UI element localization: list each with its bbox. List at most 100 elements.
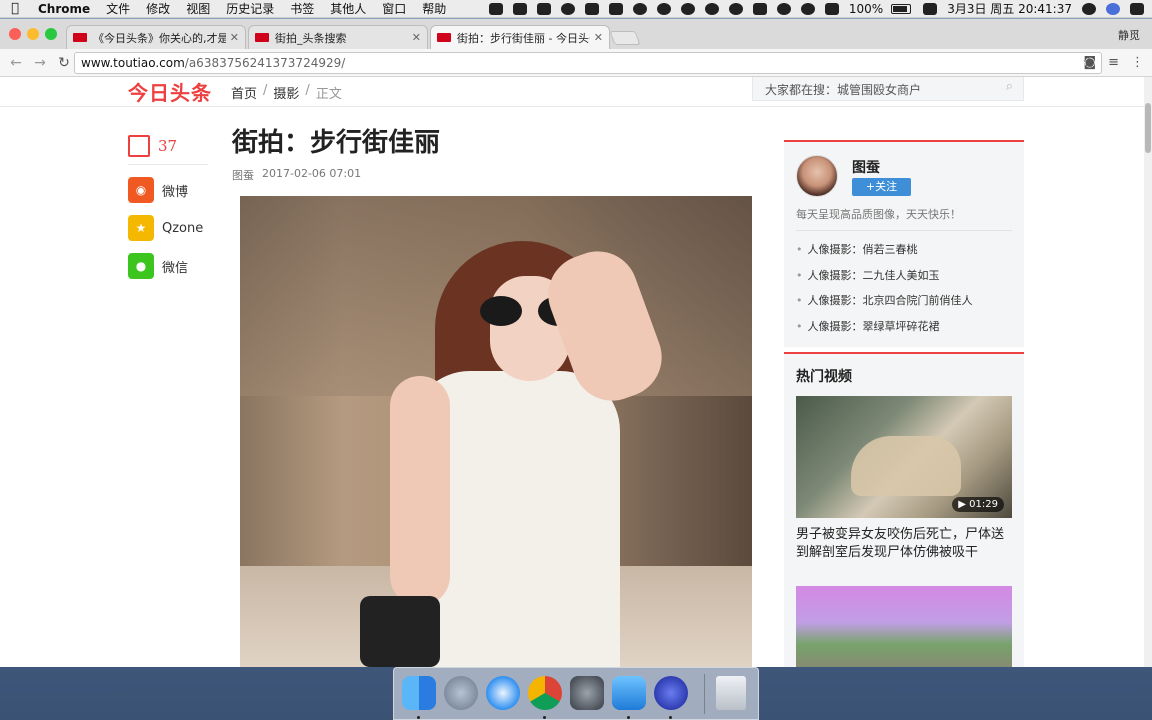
avatar[interactable] xyxy=(796,155,838,197)
launchpad-icon[interactable] xyxy=(444,676,478,710)
apple-menu-icon[interactable]:  xyxy=(0,1,30,16)
toolbar-right: ◙ ≡ ⋮ xyxy=(1083,55,1144,70)
comment-button[interactable]: 37 xyxy=(128,134,208,165)
scissors-icon[interactable] xyxy=(488,2,503,15)
sound-app-icon[interactable] xyxy=(584,2,599,15)
article-title: 街拍：步行街佳丽 xyxy=(232,128,441,158)
site-search-input[interactable]: 大家都在搜：城管围殴女商户 ⌕ xyxy=(752,77,1024,101)
reload-icon[interactable]: ↻ xyxy=(52,55,76,71)
divider xyxy=(796,230,1012,231)
related-article-link[interactable]: 人像摄影：俏若三春桃 xyxy=(796,241,1012,267)
telegram-icon[interactable] xyxy=(536,2,551,15)
menu-history[interactable]: 历史记录 xyxy=(218,0,282,17)
toutiao-favicon-icon xyxy=(73,33,87,42)
sync-icon[interactable] xyxy=(680,2,695,15)
forward-arrow-icon[interactable]: → xyxy=(28,55,52,71)
menu-window[interactable]: 窗口 xyxy=(374,0,414,17)
screen-record-icon[interactable] xyxy=(512,2,527,15)
system-preferences-icon[interactable] xyxy=(570,676,604,710)
breadcrumb-photography[interactable]: 摄影 xyxy=(273,83,299,102)
comment-count: 37 xyxy=(158,136,178,155)
browser-toolbar: ← → ↻ www.toutiao.com/a63837562413737249… xyxy=(0,49,1152,77)
wifi-icon[interactable] xyxy=(800,2,815,15)
circle-app-icon[interactable] xyxy=(560,2,575,15)
toutiao-favicon-icon xyxy=(255,33,269,42)
article-author[interactable]: 图蚕 xyxy=(232,167,254,183)
airplay-icon[interactable] xyxy=(824,2,839,15)
input-method-icon[interactable] xyxy=(923,2,938,15)
search-app-icon[interactable] xyxy=(704,2,719,15)
menu-people[interactable]: 其他人 xyxy=(322,0,374,17)
tab-title: 《今日头条》你关心的,才是头条 xyxy=(93,31,226,45)
siri-icon[interactable] xyxy=(1106,2,1120,15)
related-article-link[interactable]: 人像摄影：翠绿草坪碎花裙 xyxy=(796,318,1012,344)
docker-icon[interactable] xyxy=(608,2,623,15)
search-suggestion: 大家都在搜：城管围殴女商户 xyxy=(765,83,922,97)
menubar-clock[interactable]: 3月3日 周五 20:41:37 xyxy=(942,0,1077,17)
p-alt-app-icon[interactable] xyxy=(728,2,743,15)
share-label: Qzone xyxy=(162,220,204,236)
display-icon[interactable] xyxy=(752,2,767,15)
address-bar[interactable]: www.toutiao.com/a6383756241373724929/ ☆ xyxy=(74,52,1102,74)
share-qzone[interactable]: ★ Qzone xyxy=(128,215,208,241)
video-thumbnail[interactable]: ▶ 01:29 xyxy=(796,396,1012,518)
related-article-link[interactable]: 人像摄影：北京四合院门前俏佳人 xyxy=(796,292,1012,318)
wechat-icon: ● xyxy=(128,253,154,279)
p-app-icon[interactable] xyxy=(656,2,671,15)
dock-separator xyxy=(704,674,705,714)
menu-view[interactable]: 视图 xyxy=(178,0,218,17)
profile-button[interactable]: 静觅 xyxy=(1118,27,1140,43)
scrollbar-thumb[interactable] xyxy=(1145,103,1151,153)
menu-app-chrome[interactable]: Chrome xyxy=(30,2,98,16)
video-duration: ▶ 01:29 xyxy=(952,497,1004,512)
video-thumbnail[interactable] xyxy=(796,586,1012,667)
chrome-icon[interactable] xyxy=(528,676,562,710)
breadcrumb-home[interactable]: 首页 xyxy=(231,83,257,102)
toutiao-logo[interactable]: 今日头条 xyxy=(128,77,212,106)
finder-icon[interactable] xyxy=(402,676,436,710)
safari-icon[interactable] xyxy=(486,676,520,710)
spotlight-icon[interactable] xyxy=(1082,2,1096,15)
vpn-extension-icon[interactable]: ≡ xyxy=(1108,55,1119,70)
pocket-extension-icon[interactable]: ◙ xyxy=(1083,55,1096,70)
tab-close-icon[interactable]: ✕ xyxy=(412,31,421,44)
menu-help[interactable]: 帮助 xyxy=(414,0,454,17)
tab-close-icon[interactable]: ✕ xyxy=(594,31,603,44)
battery-icon[interactable] xyxy=(891,3,912,14)
battery-percent[interactable]: 100% xyxy=(844,2,888,16)
video-thumbnail-figure xyxy=(851,436,961,496)
window-minimize-button[interactable] xyxy=(27,28,39,40)
author-bio: 每天呈现高品质图像，天天快乐！ xyxy=(796,208,961,221)
video-caption[interactable]: 男子被变异女友咬伤后死亡，尸体送到解剖室后发现尸体仿佛被吸干 xyxy=(796,526,1012,562)
back-arrow-icon[interactable]: ← xyxy=(4,55,28,71)
mac-menubar:  Chrome 文件 修改 视图 历史记录 书签 其他人 窗口 帮助 100%… xyxy=(0,0,1152,18)
window-maximize-button[interactable] xyxy=(45,28,57,40)
notification-center-icon[interactable] xyxy=(1130,2,1144,15)
page-scrollbar[interactable] xyxy=(1144,77,1152,667)
screenflow-icon[interactable] xyxy=(654,676,688,710)
webpage: 今日头条 首页 / 摄影 / 正文 大家都在搜：城管围殴女商户 ⌕ 37 ◉ 微… xyxy=(0,77,1144,667)
trash-icon[interactable] xyxy=(716,676,746,710)
tab-toutiao-home[interactable]: 《今日头条》你关心的,才是头条 ✕ xyxy=(66,25,246,49)
related-article-link[interactable]: 人像摄影：二九佳人美如玉 xyxy=(796,267,1012,293)
follow-button[interactable]: +关注 xyxy=(852,178,911,196)
share-weibo[interactable]: ◉ 微博 xyxy=(128,177,208,203)
chrome-menu-icon[interactable]: ⋮ xyxy=(1131,55,1144,70)
new-tab-button[interactable] xyxy=(609,31,641,45)
cloud-icon[interactable] xyxy=(632,2,647,15)
check-icon[interactable] xyxy=(776,2,791,15)
tab-close-icon[interactable]: ✕ xyxy=(230,31,239,44)
author-name[interactable]: 图蚕 xyxy=(852,157,880,177)
tab-search[interactable]: 街拍_头条搜索 ✕ xyxy=(248,25,428,49)
share-label: 微信 xyxy=(162,260,189,276)
window-close-button[interactable] xyxy=(9,28,21,40)
running-indicator xyxy=(417,716,420,719)
comment-icon xyxy=(128,134,150,157)
share-wechat[interactable]: ● 微信 xyxy=(128,253,208,279)
menu-bookmarks[interactable]: 书签 xyxy=(282,0,322,17)
tab-article[interactable]: 街拍：步行街佳丽 - 今日头条(w ✕ xyxy=(430,25,610,49)
keynote-icon[interactable] xyxy=(612,676,646,710)
menu-edit[interactable]: 修改 xyxy=(138,0,178,17)
menu-file[interactable]: 文件 xyxy=(98,0,138,17)
search-icon[interactable]: ⌕ xyxy=(1006,79,1013,94)
